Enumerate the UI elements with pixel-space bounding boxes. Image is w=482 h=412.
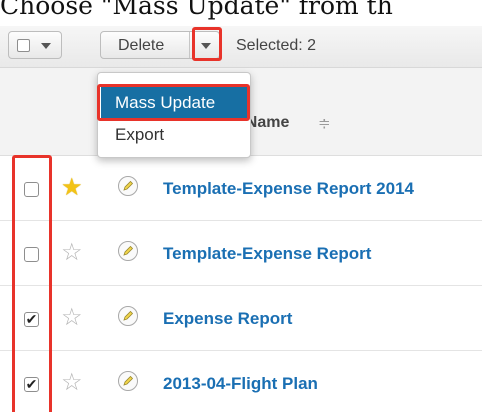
table-row: ★ Template-Expense Report 2014 (0, 156, 482, 221)
row-checkbox[interactable] (24, 247, 39, 262)
star-outline-icon[interactable]: ☆ (61, 306, 83, 330)
button-divider (189, 32, 190, 58)
star-outline-icon[interactable]: ☆ (61, 241, 83, 265)
delete-button-group: Delete (100, 31, 220, 59)
star-filled-icon[interactable]: ★ (61, 176, 83, 200)
record-name-link[interactable]: Template-Expense Report 2014 (163, 177, 414, 201)
chevron-down-icon[interactable] (41, 43, 51, 49)
list-toolbar: Delete Selected: 2 (0, 26, 482, 68)
actions-dropdown-caret-icon[interactable] (201, 43, 211, 49)
actions-dropdown-menu: Mass Update Export (97, 72, 251, 158)
row-checkbox[interactable]: ✔ (24, 312, 39, 327)
record-name-link[interactable]: Template-Expense Report (163, 242, 371, 266)
row-checkbox[interactable] (24, 182, 39, 197)
sort-icon[interactable]: ≑ (318, 114, 331, 132)
table-row: ✔ ☆ Expense Report (0, 286, 482, 351)
record-name-link[interactable]: 2013-04-Flight Plan (163, 372, 318, 396)
table-row: ☆ Template-Expense Report (0, 221, 482, 286)
menu-item-export[interactable]: Export (101, 119, 247, 150)
pencil-icon[interactable] (118, 371, 138, 391)
selected-count: Selected: 2 (236, 37, 317, 54)
star-outline-icon[interactable]: ☆ (61, 371, 83, 395)
table-row: ✔ ☆ 2013-04-Flight Plan (0, 351, 482, 412)
instruction-caption: Choose "Mass Update" from th (0, 0, 393, 20)
pencil-icon[interactable] (118, 176, 138, 196)
record-name-link[interactable]: Expense Report (163, 307, 292, 331)
menu-item-mass-update[interactable]: Mass Update (101, 87, 247, 118)
pencil-icon[interactable] (118, 306, 138, 326)
row-checkbox[interactable]: ✔ (24, 377, 39, 392)
delete-button[interactable]: Delete (118, 32, 164, 60)
select-all-checkbox[interactable] (17, 39, 30, 52)
pencil-icon[interactable] (118, 241, 138, 261)
select-all-dropdown[interactable] (8, 31, 62, 59)
